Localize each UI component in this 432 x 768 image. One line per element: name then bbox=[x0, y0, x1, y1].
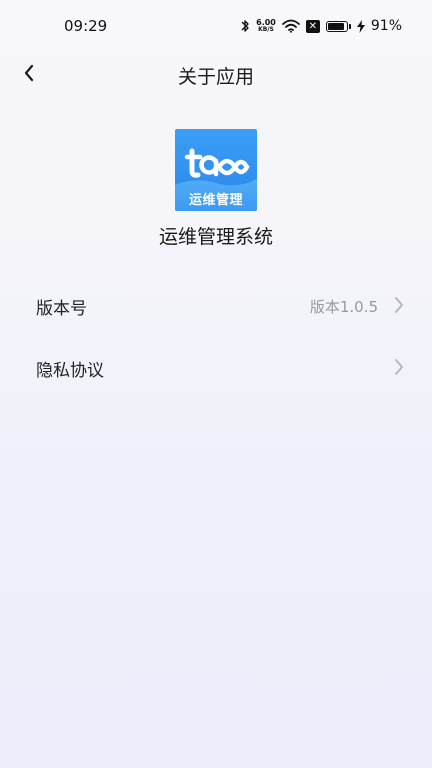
chevron-right-icon bbox=[395, 359, 403, 375]
wifi-icon bbox=[281, 19, 300, 33]
network-speed-value: 6.00 bbox=[256, 18, 276, 27]
network-speed: 6.00 KB/S bbox=[256, 18, 276, 34]
app-name: 运维管理系统 bbox=[158, 226, 273, 248]
battery-fill bbox=[327, 22, 345, 30]
info-list: 版本号 版本1.0.5 隐私协议 bbox=[0, 274, 432, 398]
status-bar: 09:29 6.00 KB/S ✕ 91% bbox=[0, 0, 432, 54]
logo-caption: 运维管理 bbox=[188, 193, 243, 208]
list-item-label: 隐私协议 bbox=[36, 361, 104, 381]
charging-bolt-icon bbox=[356, 19, 365, 33]
battery-percent: 91% bbox=[370, 18, 402, 34]
status-indicators: 6.00 KB/S ✕ 91% bbox=[240, 15, 402, 37]
list-item-privacy-policy[interactable]: 隐私协议 bbox=[0, 336, 432, 398]
chevron-right-icon bbox=[395, 297, 403, 313]
nav-header: 关于应用 bbox=[0, 54, 432, 94]
network-speed-unit: KB/S bbox=[258, 26, 274, 33]
battery-icon bbox=[325, 20, 351, 32]
app-logo: 运维管理 bbox=[175, 129, 257, 211]
list-item-label: 版本号 bbox=[36, 299, 87, 319]
page-title: 关于应用 bbox=[177, 66, 254, 88]
version-value: 版本1.0.5 bbox=[309, 298, 378, 316]
status-time: 09:29 bbox=[64, 17, 108, 35]
list-item-version[interactable]: 版本号 版本1.0.5 bbox=[0, 274, 432, 336]
bluetooth-icon bbox=[241, 20, 249, 32]
sim-blocked-icon: ✕ bbox=[305, 19, 320, 33]
